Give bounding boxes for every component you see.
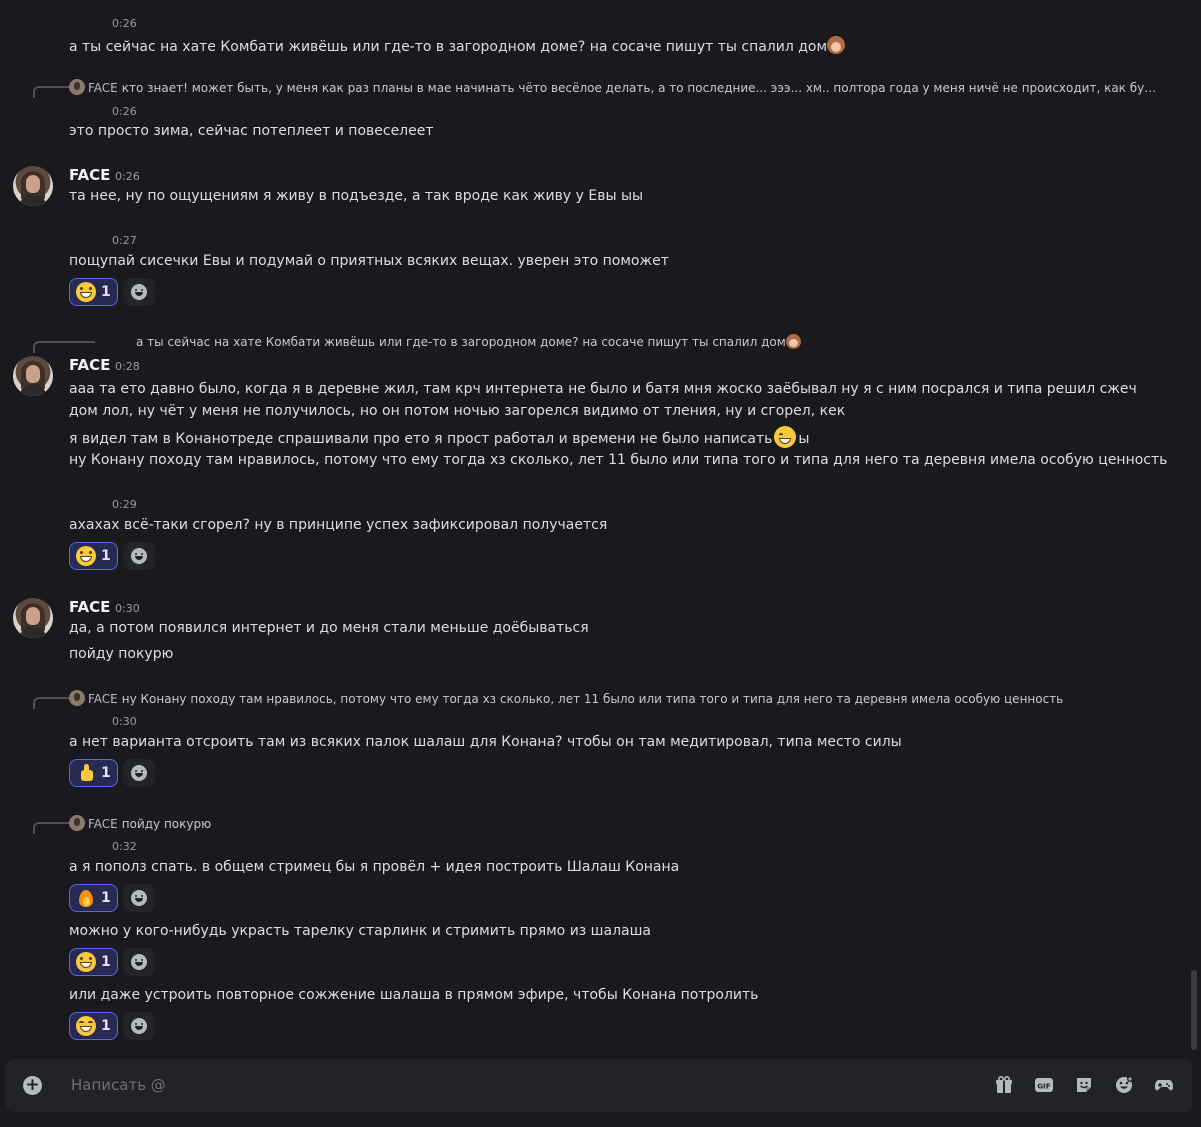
gift-icon[interactable] [994, 1075, 1014, 1095]
message-text: я видел там в Конанотреде спрашивали про… [69, 426, 809, 448]
mini-avatar [69, 79, 85, 95]
gif-icon[interactable]: GIF [1034, 1075, 1054, 1095]
scrollbar-track[interactable] [1191, 0, 1199, 1052]
gamepad-icon[interactable] [1154, 1075, 1174, 1095]
add-reaction-button[interactable] [123, 884, 155, 912]
message-text: а нет варианта отсроить там из всяких па… [69, 734, 902, 750]
reply-connector [33, 86, 69, 98]
add-reaction-icon [131, 284, 147, 300]
reply-text: кто знает! может быть, у меня как раз пл… [121, 81, 1159, 95]
add-reaction-icon [131, 890, 147, 906]
reaction-count: 1 [101, 890, 111, 906]
message-text: да, а потом появился интернет и до меня … [69, 620, 589, 636]
reaction-grin[interactable]: 1 [69, 542, 118, 570]
timestamp: 0:29 [112, 498, 137, 511]
add-reaction-icon [131, 765, 147, 781]
timestamp: 0:26 [112, 105, 137, 118]
message-text: можно у кого-нибудь украсть тарелку стар… [69, 923, 651, 939]
add-reaction-icon [131, 1018, 147, 1034]
avatar[interactable] [13, 598, 53, 638]
reaction-count: 1 [101, 765, 111, 781]
avatar[interactable] [13, 356, 53, 396]
timestamp: 0:28 [115, 360, 140, 373]
grin-emoji-icon [76, 952, 96, 972]
add-reaction-button[interactable] [123, 948, 155, 976]
reply-preview[interactable]: а ты сейчас на хате Комбати живёшь или г… [136, 334, 836, 349]
author-name[interactable]: FACE [69, 166, 110, 184]
timestamp: 0:30 [115, 602, 140, 615]
timestamp: 0:26 [115, 170, 140, 183]
reply-text: ну Конану походу там нравилось, потому ч… [121, 692, 1064, 706]
reaction-grin[interactable]: 1 [69, 948, 118, 976]
reply-text: пойду покурю [121, 817, 212, 831]
message-input[interactable] [69, 1075, 873, 1095]
reply-text: а ты сейчас на хате Комбати живёшь или г… [136, 335, 786, 349]
message-text: ааа та ето давно было, когда я в деревне… [69, 381, 1137, 419]
reply-author: FACE [88, 817, 118, 831]
message-text: а я пополз спать. в общем стримец бы я п… [69, 859, 680, 875]
avatar[interactable] [13, 166, 53, 206]
add-reaction-button[interactable] [123, 278, 155, 306]
add-reaction-button[interactable] [123, 1012, 155, 1040]
message-text: пощупай сисечки Евы и подумай о приятных… [69, 253, 669, 269]
add-reaction-icon [131, 548, 147, 564]
add-reaction-button[interactable] [123, 542, 155, 570]
add-reaction-icon [131, 954, 147, 970]
reply-author: FACE [88, 692, 118, 706]
reply-preview[interactable]: FACE кто знает! может быть, у меня как ра… [69, 79, 1159, 95]
reply-preview[interactable]: FACE ну Конану походу там нравилось, пото… [69, 690, 1159, 706]
reaction-count: 1 [101, 548, 111, 564]
timestamp: 0:27 [112, 234, 137, 247]
reaction-fire[interactable]: 1 [69, 884, 118, 912]
reply-author: FACE [88, 81, 118, 95]
plus-circle-icon[interactable]: + [23, 1076, 42, 1095]
mini-avatar [69, 815, 85, 831]
timestamp: 0:26 [112, 17, 137, 30]
message-text: ахахах всё-таки сгорел? ну в принципе ус… [69, 517, 608, 533]
reply-connector [33, 822, 69, 834]
message-text: а ты сейчас на хате Комбати живёшь или г… [69, 36, 846, 55]
message-text: пойду покурю [69, 646, 174, 662]
monkey-emoji-icon [785, 334, 801, 349]
author-name[interactable]: FACE [69, 598, 110, 616]
grin-emoji-icon [76, 546, 96, 566]
scrollbar-thumb[interactable] [1191, 970, 1197, 1050]
add-reaction-button[interactable] [123, 759, 155, 787]
timestamp: 0:30 [112, 715, 137, 728]
reaction-count: 1 [101, 284, 111, 300]
timestamp: 0:32 [112, 840, 137, 853]
message-text: ну Конану походу там нравилось, потому ч… [69, 452, 1168, 468]
reply-connector [33, 341, 95, 353]
mini-avatar [69, 690, 85, 706]
message-text: та нее, ну по ощущениям я живу в подъезд… [69, 188, 644, 204]
reaction-grin[interactable]: 1 [69, 278, 118, 306]
emoji-icon[interactable] [1114, 1075, 1134, 1095]
svg-text:GIF: GIF [1037, 1083, 1050, 1091]
reaction-laughing[interactable]: 1 [69, 1012, 118, 1040]
message-text: или даже устроить повторное сожжение шал… [69, 987, 759, 1003]
message-composer: + GIF [6, 1059, 1192, 1112]
thumbs-up-emoji-icon [76, 763, 96, 783]
reaction-count: 1 [101, 1018, 111, 1034]
fire-emoji-icon [76, 888, 96, 908]
laughing-emoji-icon [76, 1016, 96, 1036]
author-name[interactable]: FACE [69, 356, 110, 374]
sticker-icon[interactable] [1074, 1075, 1094, 1095]
grin-emoji-icon [76, 282, 96, 302]
message-text: это просто зима, сейчас потеплеет и пове… [69, 123, 434, 139]
reaction-count: 1 [101, 954, 111, 970]
reply-connector [33, 697, 69, 709]
reaction-thumbs-up[interactable]: 1 [69, 759, 118, 787]
monkey-emoji-icon [827, 36, 846, 54]
grin-emoji-icon [774, 426, 797, 448]
reply-preview[interactable]: FACE пойду покурю [69, 815, 669, 831]
